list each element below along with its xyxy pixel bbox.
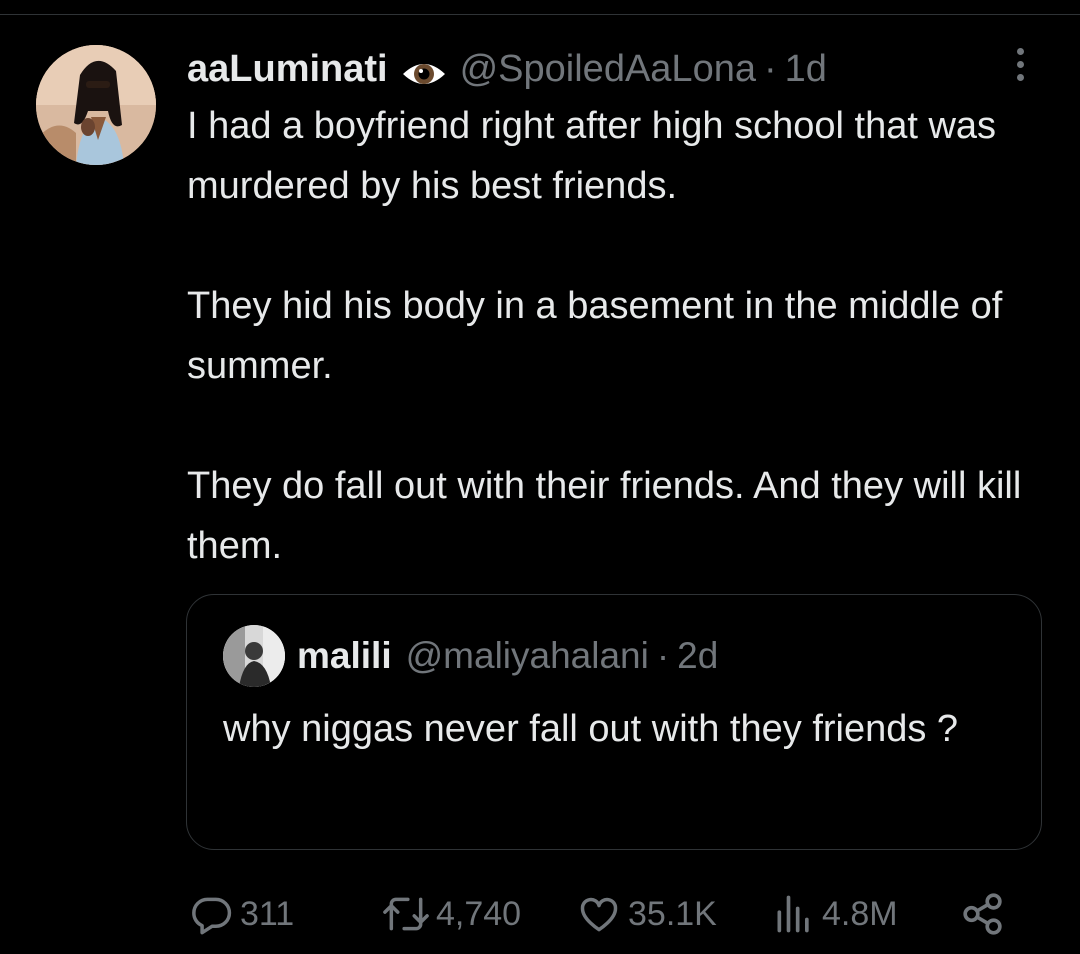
author-display-name[interactable]: aaLuminati	[187, 44, 388, 94]
quoted-author-avatar[interactable]	[223, 625, 285, 687]
tweet-paragraph: They do fall out with their friends. And…	[187, 465, 1022, 567]
reply-icon	[192, 897, 232, 935]
quoted-display-name[interactable]: malili	[297, 631, 392, 681]
tweet-text: I had a boyfriend right after high schoo…	[187, 96, 1027, 576]
heart-icon	[580, 897, 618, 932]
top-divider	[0, 14, 1080, 15]
quoted-avatar-photo	[223, 625, 285, 687]
retweet-count: 4,740	[436, 894, 522, 933]
share-button[interactable]	[960, 890, 1006, 938]
eye-icon	[400, 53, 448, 85]
post-time[interactable]: 1d	[785, 44, 827, 94]
views-button[interactable]: 4.8M	[772, 890, 898, 938]
author-handle[interactable]: @SpoiledAaLona	[460, 44, 756, 94]
views-count: 4.8M	[822, 894, 898, 933]
retweet-button[interactable]: 4,740	[382, 890, 521, 938]
retweet-icon	[383, 897, 429, 931]
quoted-handle[interactable]: @maliyahalani	[406, 631, 649, 681]
reply-count: 311	[240, 894, 295, 933]
separator-dot: ·	[656, 635, 670, 676]
author-avatar[interactable]	[36, 45, 156, 165]
like-button[interactable]: 35.1K	[576, 890, 717, 938]
tweet-paragraph: I had a boyfriend right after high schoo…	[187, 105, 997, 207]
tweet-paragraph: They hid his body in a basement in the m…	[187, 285, 1003, 387]
tweet-header: aaLuminati @SpoiledAaLona · 1d	[187, 44, 827, 94]
more-vertical-icon[interactable]	[1008, 48, 1032, 88]
action-bar: 311 4,740 35.1K 4.8M	[190, 890, 1020, 938]
quoted-tweet-header: malili @maliyahalani · 2d	[297, 631, 718, 681]
reply-button[interactable]: 311	[190, 890, 294, 938]
views-chart-icon	[777, 895, 809, 933]
like-count: 35.1K	[628, 894, 717, 933]
avatar-photo	[36, 45, 156, 165]
share-icon	[963, 893, 1002, 935]
separator-dot: ·	[763, 48, 777, 90]
quoted-tweet[interactable]: malili @maliyahalani · 2d why niggas nev…	[186, 594, 1042, 850]
quoted-tweet-text: why niggas never fall out with they frie…	[223, 708, 959, 750]
quoted-post-time[interactable]: 2d	[677, 631, 718, 681]
